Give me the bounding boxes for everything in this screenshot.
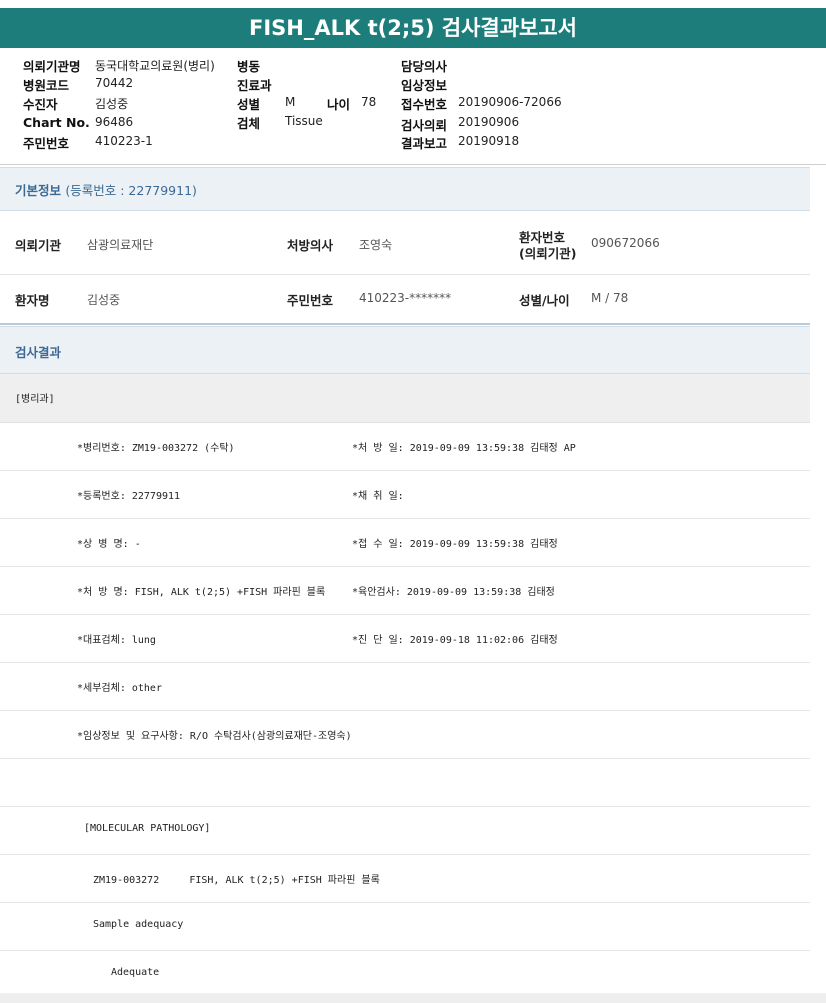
doctor-label: 처방의사: [287, 238, 334, 253]
doctor-value: 조영숙: [359, 238, 393, 252]
header-label: 진료과: [237, 78, 272, 93]
basic-info-heading: 기본정보: [15, 183, 62, 198]
result-row: Sample adequacy: [0, 903, 810, 951]
patient-number-value: 090672066: [591, 236, 660, 250]
result-row: ZM19-003272 FISH, ALK t(2;5) +FISH 파라핀 블…: [0, 855, 810, 903]
result-row: *처 방 명: FISH, ALK t(2;5) +FISH 파라핀 블록 *육…: [0, 567, 810, 615]
result-row: *임상정보 및 요구사항: R/O 수탁검사(삼광의료재단-조영숙): [0, 711, 810, 759]
header-label: 나이: [327, 97, 351, 112]
header-label: 접수번호: [401, 97, 448, 112]
basic-info-row: 의뢰기관 삼광의료재단 처방의사 조영숙 환자번호 (의뢰기관) 0906720…: [0, 212, 810, 275]
result-row: [MOLECULAR PATHOLOGY]: [0, 807, 810, 855]
header-value: 20190906: [458, 115, 520, 129]
result-left-cell: *대표검체: lung: [77, 635, 156, 646]
header-label: 수진자: [23, 97, 58, 112]
result-row: [0, 759, 810, 807]
result-title: 검사결과: [15, 345, 62, 360]
header-label: 결과보고: [401, 136, 448, 151]
result-section: 검사결과: [0, 326, 810, 374]
patient-number-sublabel: (의뢰기관): [519, 246, 577, 261]
header-label: 검사의뢰: [401, 118, 448, 133]
patient-name-label: 환자명: [15, 293, 50, 308]
result-row: *대표검체: lung *진 단 일: 2019-09-18 11:02:06 …: [0, 615, 810, 663]
result-left-cell: *처 방 명: FISH, ALK t(2;5) +FISH 파라핀 블록: [77, 587, 326, 598]
header-value: Tissue: [285, 114, 323, 128]
header-value: 78: [361, 95, 377, 109]
result-right-cell: *접 수 일: 2019-09-09 13:59:38 김태정: [352, 539, 558, 550]
header-value: 96486: [95, 115, 134, 129]
department-row: [병리과]: [0, 374, 810, 423]
header-label: 임상정보: [401, 78, 448, 93]
result-left-cell: *등록번호: 22779911: [77, 491, 181, 502]
rrn-label: 주민번호: [287, 293, 334, 308]
result-left-cell: *상 병 명: -: [77, 539, 141, 550]
header-value: 70442: [95, 76, 134, 90]
result-right-cell: *진 단 일: 2019-09-18 11:02:06 김태정: [352, 635, 558, 646]
header-value: 20190906-72066: [458, 95, 562, 109]
result-left-cell: *임상정보 및 요구사항: R/O 수탁검사(삼광의료재단-조영숙): [77, 731, 352, 742]
result-row: Adequate: [0, 951, 810, 998]
basic-info-row: 환자명 김성중 주민번호 410223-******* 성별/나이 M / 78: [0, 274, 810, 325]
registration-number: (등록번호 : 22779911): [65, 183, 197, 198]
sample-adequacy-label: Sample adequacy: [93, 919, 184, 930]
sex-age-value: M / 78: [591, 291, 629, 305]
header-value: M: [285, 95, 296, 109]
basic-info-section: 기본정보 (등록번호 : 22779911): [0, 167, 810, 211]
bottom-bar: [0, 993, 826, 1003]
result-left-cell: *세부검체: other: [77, 683, 162, 694]
basic-info-title: 기본정보 (등록번호 : 22779911): [15, 180, 197, 199]
report-header: 의뢰기관명 동국대학교의료원(병리) 병원코드 70442 수진자 김성중 Ch…: [0, 48, 826, 165]
result-row: *병리번호: ZM19-003272 (수탁) *처 방 일: 2019-09-…: [0, 423, 810, 471]
molecular-pathology-header: [MOLECULAR PATHOLOGY]: [84, 823, 211, 834]
header-label: 성별: [237, 97, 261, 112]
header-value: 20190918: [458, 134, 520, 148]
header-label: 주민번호: [23, 136, 70, 151]
patient-name-value: 김성중: [87, 293, 121, 307]
header-value: 동국대학교의료원(병리): [95, 59, 215, 73]
header-label: 검체: [237, 116, 261, 131]
rrn-value: 410223-*******: [359, 291, 452, 305]
molecular-pathology-line: ZM19-003272 FISH, ALK t(2;5) +FISH 파라핀 블…: [93, 875, 380, 886]
institution-value: 삼광의료재단: [87, 238, 154, 252]
header-value: 410223-1: [95, 134, 153, 148]
department-label: [병리과]: [15, 394, 55, 405]
result-row: *상 병 명: - *접 수 일: 2019-09-09 13:59:38 김태…: [0, 519, 810, 567]
header-label: 병원코드: [23, 78, 70, 93]
report-title: FISH_ALK t(2;5) 검사결과보고서: [0, 8, 826, 48]
header-value: 김성중: [95, 97, 129, 111]
result-row: *등록번호: 22779911 *채 취 일:: [0, 471, 810, 519]
sample-adequacy-value: Adequate: [111, 967, 160, 978]
result-row: *세부검체: other: [0, 663, 810, 711]
institution-label: 의뢰기관: [15, 238, 62, 253]
result-right-cell: *채 취 일:: [352, 491, 404, 502]
result-right-cell: *처 방 일: 2019-09-09 13:59:38 김태정 AP: [352, 443, 576, 454]
header-label: 병동: [237, 59, 261, 74]
header-label: 담당의사: [401, 59, 448, 74]
sex-age-label: 성별/나이: [519, 293, 570, 308]
header-label: 의뢰기관명: [23, 59, 81, 74]
result-right-cell: *육안검사: 2019-09-09 13:59:38 김태정: [352, 587, 555, 598]
header-label: Chart No.: [23, 115, 90, 130]
result-left-cell: *병리번호: ZM19-003272 (수탁): [77, 443, 235, 454]
